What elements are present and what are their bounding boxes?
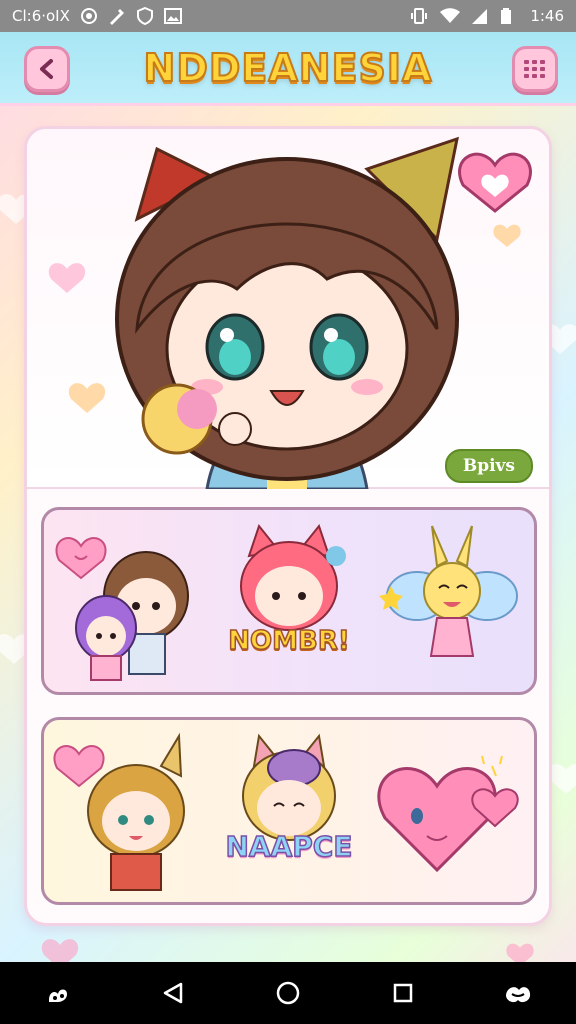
notification-icon	[80, 7, 98, 25]
shield-icon	[136, 6, 154, 26]
assistant-icon	[506, 987, 531, 1003]
recents-nav-button[interactable]	[373, 968, 433, 1018]
apps-button[interactable]	[28, 968, 88, 1018]
vibrate-icon	[410, 7, 428, 25]
yellow-bunny-fairy-sticker[interactable]	[377, 516, 527, 686]
image-icon	[163, 7, 182, 25]
apps-icon	[48, 989, 67, 1002]
red-hair-cat-girl-sticker[interactable]: NOMBR!	[214, 516, 364, 686]
status-left-text: Cl:6·oIX	[12, 7, 70, 25]
chevron-left-icon	[40, 59, 53, 79]
hero-sticker[interactable]: Bpivs	[27, 129, 549, 491]
sticker-row-1: NOMBR!	[41, 507, 537, 695]
hero-badge[interactable]: Bpivs	[444, 449, 533, 483]
navigation-bar	[0, 962, 576, 1024]
main-card: Bpivs NOMBR! NAAPCE	[24, 126, 552, 926]
tool-icon	[108, 7, 126, 25]
status-bar: Cl:6·oIX 1:46	[0, 0, 576, 32]
wifi-icon	[440, 7, 461, 25]
back-nav-button[interactable]	[143, 968, 203, 1018]
battery-icon	[500, 7, 518, 25]
hero-character-image	[48, 136, 532, 491]
back-triangle-icon	[163, 982, 183, 1004]
status-time: 1:46	[530, 7, 564, 25]
sticker-text-2: NAAPCE	[225, 829, 353, 864]
back-button[interactable]	[24, 46, 70, 92]
blonde-cat-girl-sticker[interactable]: NAAPCE	[214, 726, 364, 896]
page-title: NDDEANESIA	[143, 45, 433, 91]
blonde-cat-boy-sticker[interactable]	[51, 726, 201, 896]
sticker-text-1: NOMBR!	[228, 625, 351, 657]
home-circle-icon	[276, 981, 300, 1005]
recents-square-icon	[393, 983, 413, 1003]
two-girls-sticker[interactable]	[51, 516, 201, 686]
menu-button[interactable]	[512, 46, 558, 92]
app-header: NDDEANESIA	[0, 32, 576, 106]
home-nav-button[interactable]	[258, 968, 318, 1018]
assistant-button[interactable]	[488, 968, 548, 1018]
sticker-row-2: NAAPCE	[41, 717, 537, 905]
grid-icon	[524, 60, 545, 78]
signal-icon	[470, 7, 488, 25]
pink-heart-creature-sticker[interactable]	[377, 726, 527, 896]
